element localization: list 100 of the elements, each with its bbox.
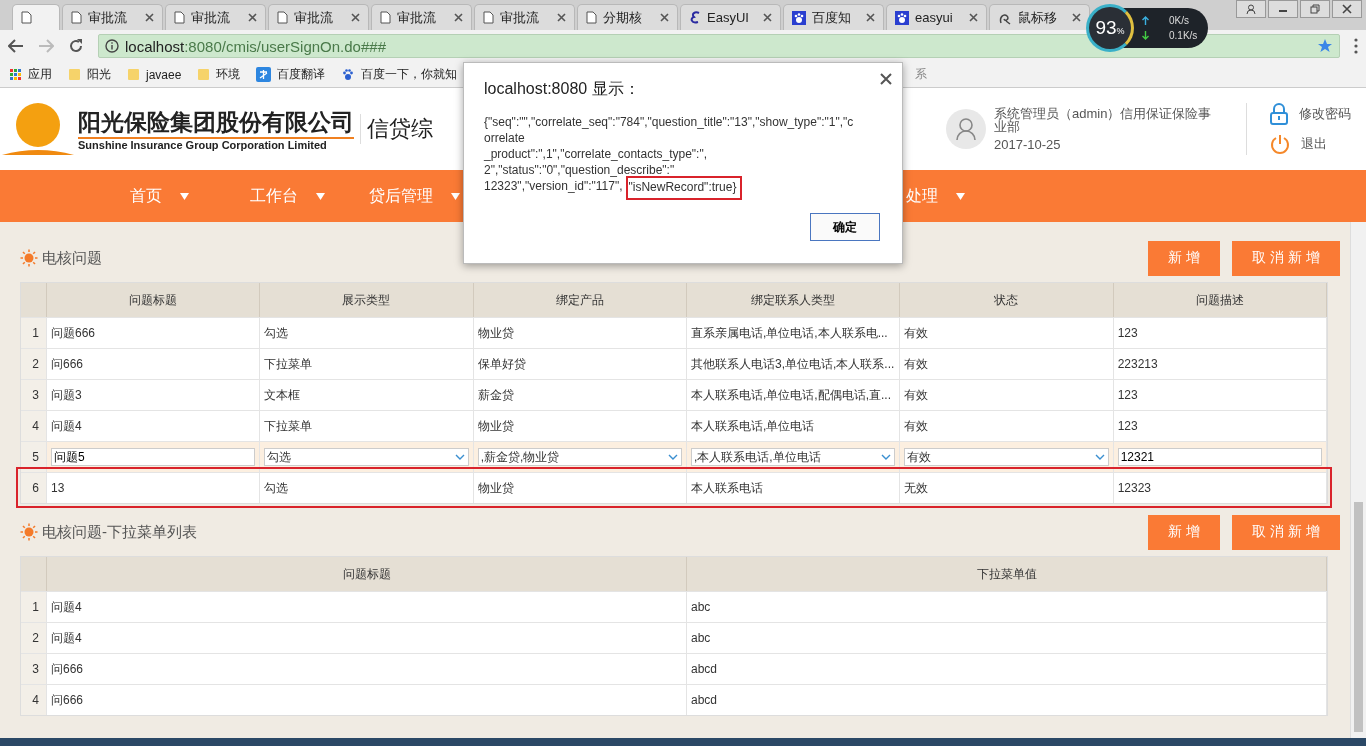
table-row[interactable]: 4 问666 abcd <box>21 684 1327 715</box>
table-row[interactable]: 2 问题4 abc <box>21 622 1327 653</box>
bookmark-link[interactable]: 环境 <box>216 66 241 83</box>
table-cell: 问题666 <box>47 317 261 348</box>
browser-tab[interactable]: 审批流 <box>165 4 266 30</box>
browser-tab[interactable]: EasyUI <box>680 4 781 30</box>
tab-title: EasyUI <box>707 10 750 25</box>
tab-title: 审批流 <box>191 8 231 27</box>
close-icon[interactable] <box>557 13 566 22</box>
page-icon <box>71 11 82 24</box>
section-title: 电核问题-下拉菜单列表 <box>42 522 197 542</box>
column-header: 问题描述 <box>1113 283 1327 317</box>
select-field[interactable]: 有效 <box>904 448 1109 466</box>
browser-tab[interactable]: 分期核 <box>577 4 678 30</box>
scrollbar[interactable] <box>1350 222 1366 738</box>
row-number: 1 <box>21 591 47 622</box>
table-row[interactable]: 1 问题4 abc <box>21 591 1327 622</box>
row-number: 4 <box>21 684 47 715</box>
browser-tab[interactable]: 审批流 <box>371 4 472 30</box>
table-cell: 物业贷 <box>473 410 687 441</box>
close-icon[interactable] <box>454 13 463 22</box>
table-cell: 有效 <box>900 410 1114 441</box>
login-date: 2017-10-25 <box>994 136 1062 152</box>
tab-title: 审批流 <box>294 8 334 27</box>
table-cell: 文本框 <box>260 379 474 410</box>
bookmark-link[interactable]: 阳光 <box>87 66 111 83</box>
bookmark-link[interactable]: javaee <box>146 67 182 82</box>
table-cell: 本人联系电话 <box>687 472 901 503</box>
sun-logo-icon <box>2 101 74 157</box>
table-cell: abcd <box>687 653 1327 684</box>
column-header: 绑定产品 <box>473 283 687 317</box>
company-name: 阳光保险集团股份有限公司 <box>78 107 354 139</box>
back-icon[interactable] <box>8 39 24 53</box>
select-field[interactable]: 勾选 <box>264 448 469 466</box>
close-icon[interactable] <box>248 13 257 22</box>
menu-icon[interactable] <box>1354 38 1358 54</box>
table-cell: 223213 <box>1113 348 1327 379</box>
text-input[interactable]: 12321 <box>1117 448 1322 466</box>
table-cell: 物业贷 <box>473 317 687 348</box>
table-cell: 问题4 <box>47 591 687 622</box>
table-cell: 本人联系电话,单位电话,配偶电话,直... <box>687 379 901 410</box>
close-icon[interactable] <box>660 13 669 22</box>
browser-tab[interactable]: 审批流 <box>268 4 369 30</box>
select-field[interactable]: ,薪金贷,物业贷 <box>477 448 682 466</box>
table-cell: 12323 <box>1113 472 1327 503</box>
chevron-down-icon <box>881 454 892 460</box>
dropdown-triangle-icon <box>451 192 460 200</box>
minimize-icon[interactable] <box>1268 0 1298 18</box>
sun-icon <box>20 249 38 267</box>
browser-tab[interactable]: 审批流 <box>62 4 163 30</box>
close-icon[interactable] <box>1072 13 1081 22</box>
star-icon[interactable] <box>1317 38 1333 54</box>
row-number: 5 <box>21 441 47 472</box>
arrow-down-icon <box>1142 31 1149 40</box>
page-icon <box>21 11 32 24</box>
profile-icon[interactable] <box>1236 0 1266 18</box>
table-row[interactable]: 2 问666 下拉菜单 保单好贷 其他联系人电话3,单位电话,本人联系... 有效 223213 <box>21 348 1327 379</box>
script-e-icon <box>689 11 701 24</box>
table-row[interactable]: 4 问题4 下拉菜单 物业贷 本人联系电话,单位电话 有效 123 <box>21 410 1327 441</box>
table-cell: 问题4 <box>47 410 261 441</box>
close-icon[interactable] <box>866 13 875 22</box>
close-icon[interactable] <box>145 13 154 22</box>
table-cell: 保单好贷 <box>473 348 687 379</box>
chevron-down-icon <box>668 454 678 460</box>
browser-tab[interactable]: 鼠标移 <box>989 4 1090 30</box>
row-number: 3 <box>21 653 47 684</box>
table-cell: 勾选 <box>260 472 474 503</box>
section-title: 电核问题 <box>42 248 102 268</box>
table-cell: 物业贷 <box>473 472 687 503</box>
column-header: 状态 <box>900 283 1114 317</box>
close-icon[interactable] <box>880 73 892 85</box>
select-field[interactable]: ,本人联系电话,单位电话 <box>691 448 896 466</box>
close-window-icon[interactable] <box>1332 0 1362 18</box>
close-icon[interactable] <box>763 13 772 22</box>
bookmark-link[interactable]: 百度一下，你就知 <box>361 66 458 83</box>
browser-tab[interactable]: 百度知 <box>783 4 884 30</box>
header-link[interactable]: 修改密码 <box>1299 105 1351 123</box>
table-row[interactable]: 1 问题666 勾选 物业贷 直系亲属电话,单位电话,本人联系电... 有效 123 <box>21 317 1327 348</box>
tab-title: 审批流 <box>500 8 540 27</box>
close-icon[interactable] <box>351 13 360 22</box>
header-link[interactable]: 退出 <box>1301 135 1327 153</box>
text-input[interactable]: 问题5 <box>51 448 256 466</box>
table-row[interactable]: 5 问题5 勾选 ,薪金贷,物业贷 ,本人联系电话,单位电话 有效 12321 <box>21 441 1327 472</box>
close-icon[interactable] <box>969 13 978 22</box>
bookmark-link[interactable]: 应用 <box>28 66 52 83</box>
avatar <box>946 109 986 149</box>
bookmark-link[interactable]: 百度翻译 <box>277 66 326 83</box>
browser-tab[interactable]: 审批流 <box>474 4 575 30</box>
table-row[interactable]: 3 问题3 文本框 薪金贷 本人联系电话,单位电话,配偶电话,直... 有效 123 <box>21 379 1327 410</box>
ok-button[interactable]: 确定 <box>810 213 880 241</box>
dropdown-triangle-icon <box>316 192 325 200</box>
column-header: 下拉菜单值 <box>687 557 1327 591</box>
page-icon <box>586 11 597 24</box>
reload-icon[interactable] <box>68 38 84 54</box>
table-row[interactable]: 3 问666 abcd <box>21 653 1327 684</box>
folder-icon <box>197 68 211 81</box>
apps-grid-icon <box>10 68 22 81</box>
table-cell: 薪金贷 <box>473 379 687 410</box>
browser-tab[interactable]: easyui <box>886 4 987 30</box>
page-icon <box>174 11 185 24</box>
